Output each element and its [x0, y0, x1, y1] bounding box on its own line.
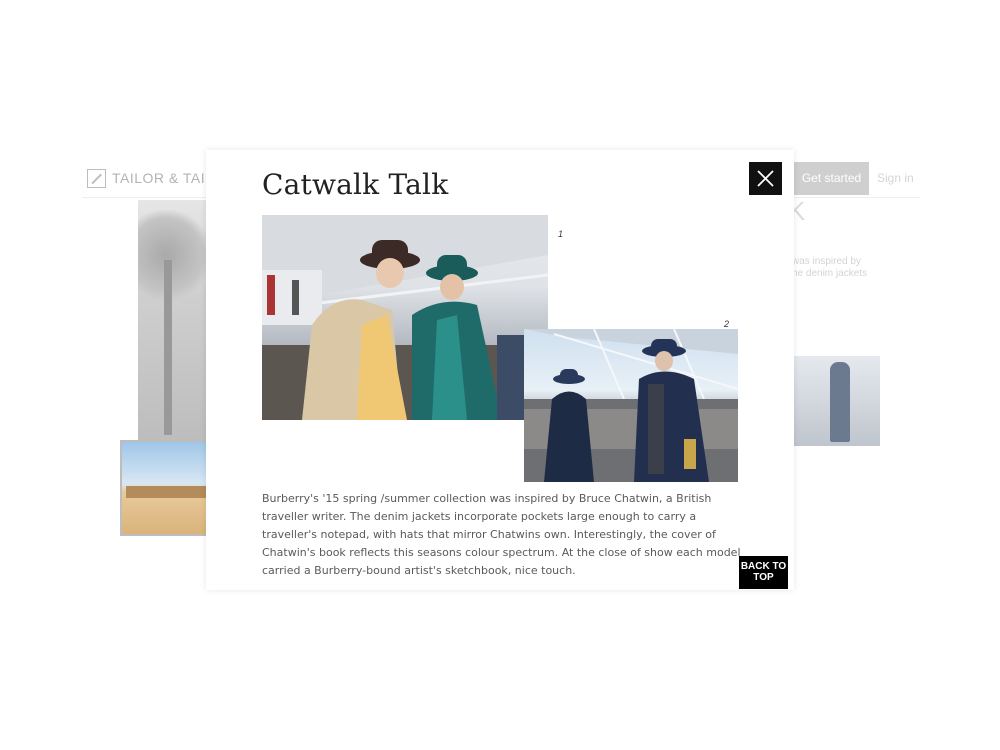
logo-text: TAILOR & TAI — [112, 170, 206, 186]
background-tree-photo — [138, 200, 210, 440]
back-to-top-button[interactable]: BACK TO TOP — [739, 556, 788, 589]
article-modal: Catwalk Talk 1 2 Burberry's '15 spring /… — [206, 150, 794, 590]
modal-title: Catwalk Talk — [262, 168, 449, 201]
catwalk-photo-2 — [524, 329, 738, 482]
logo-icon — [87, 169, 106, 188]
close-button[interactable] — [749, 162, 782, 195]
background-model-photo — [794, 356, 880, 446]
sign-in-link[interactable]: Sign in — [877, 162, 914, 195]
close-icon — [757, 170, 774, 187]
article-description: Burberry's '15 spring /summer collection… — [262, 492, 741, 577]
background-text-line: he denim jackets — [792, 268, 868, 279]
photo-2-number: 2 — [724, 319, 730, 329]
background-house-photo — [120, 440, 210, 536]
catwalk-photo-1 — [262, 215, 548, 420]
background-text-line: was inspired by — [792, 256, 861, 267]
photo-1-number: 1 — [558, 229, 564, 239]
get-started-button[interactable]: Get started — [794, 162, 869, 195]
background-text-fragment: was inspired by he denim jackets — [792, 256, 882, 280]
